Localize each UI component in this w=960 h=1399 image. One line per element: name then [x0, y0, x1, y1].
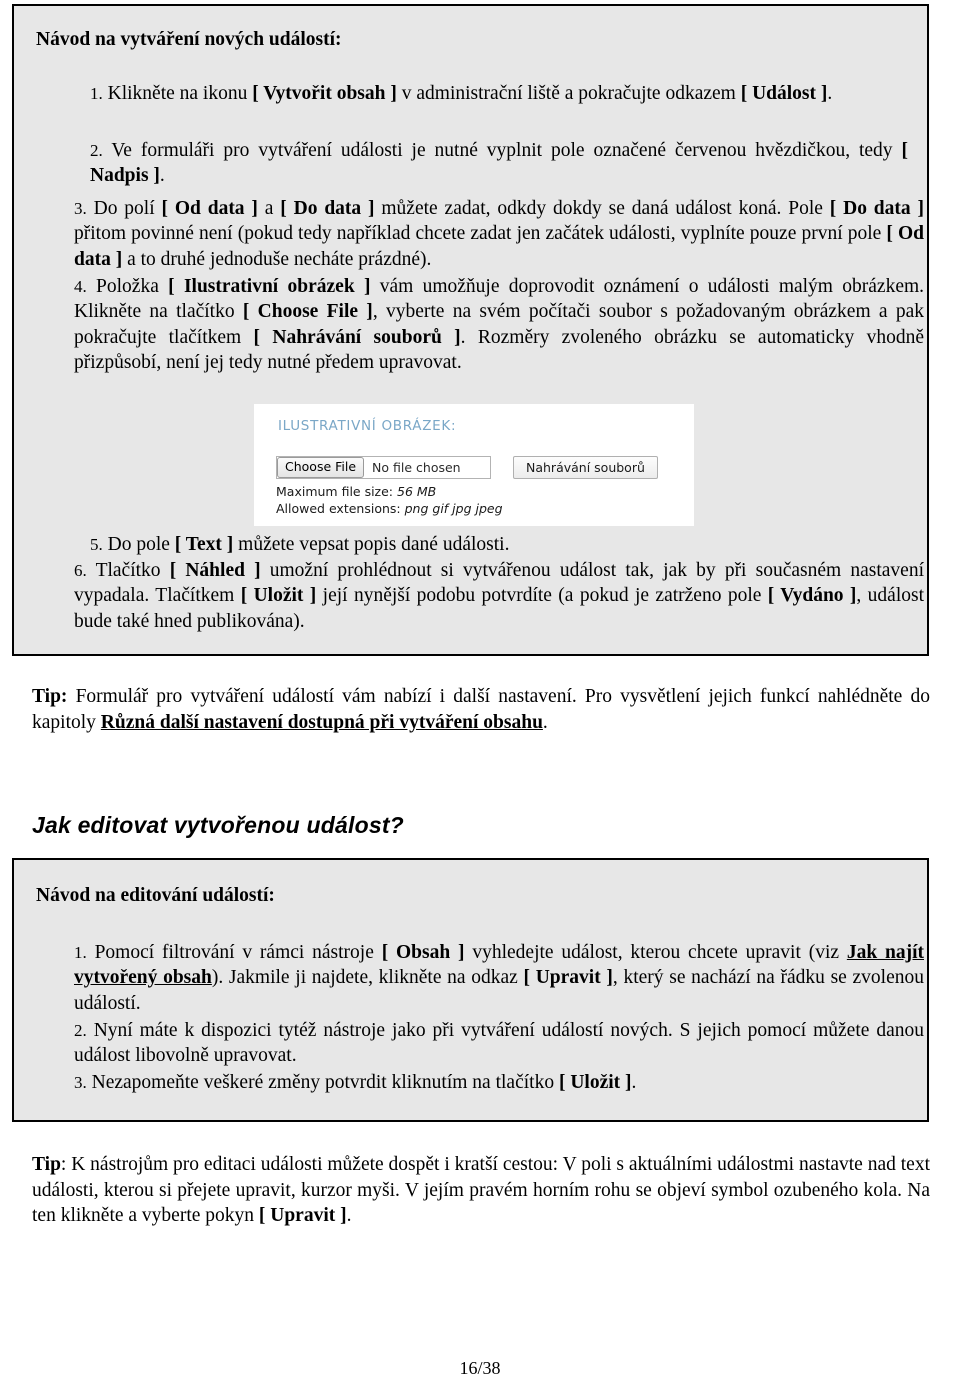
list-item-text: Tlačítko [ Náhled ] umožní prohlédnout s…	[74, 560, 924, 632]
edit-event-section-heading: Jak editovat vytvořenou událost?	[32, 812, 404, 838]
list-item-text: Položka [ Ilustrativní obrázek ] vám umo…	[74, 276, 925, 374]
list-item: 2. Ve formuláři pro vytváření události j…	[90, 138, 908, 189]
list-item-number: 4.	[74, 277, 87, 296]
list-item: 3. Nezapomeňte veškeré změny potvrdit kl…	[74, 1070, 924, 1095]
list-item-number: 5.	[90, 535, 103, 554]
list-item: 2. Nyní máte k dispozici tytéž nástroje …	[74, 1018, 924, 1069]
edit-event-instructions-panel: Návod na editování událostí: 1. Pomocí f…	[12, 858, 929, 1122]
list-item-text: Nezapomeňte veškeré změny potvrdit klikn…	[91, 1072, 637, 1093]
tip-edit-paragraph: Tip: K nástrojům pro editaci události mů…	[32, 1154, 930, 1227]
list-item: 6. Tlačítko [ Náhled ] umožní prohlédnou…	[74, 558, 924, 634]
max-file-size-hint: Maximum file size: 56 MB	[276, 484, 436, 499]
page-number: 16/38	[459, 1358, 501, 1378]
list-item: 1. Klikněte na ikonu [ Vytvořit obsah ] …	[90, 81, 908, 106]
allowed-extensions-value: png gif jpg jpeg	[404, 501, 503, 516]
tip-create-paragraph: Tip: Formulář pro vytváření událostí vám…	[32, 686, 930, 733]
list-item-text: Ve formuláři pro vytváření události je n…	[90, 140, 908, 187]
illustrative-image-field-label: ILUSTRATIVNÍ OBRÁZEK:	[278, 418, 457, 434]
list-item: 5. Do pole [ Text ] můžete vepsat popis …	[90, 532, 908, 557]
max-file-size-label: Maximum file size:	[276, 484, 394, 499]
list-item-text: Klikněte na ikonu [ Vytvořit obsah ] v a…	[107, 83, 833, 104]
list-item-text: Pomocí filtrování v rámci nástroje [ Obs…	[74, 942, 925, 1014]
list-item-number: 3.	[74, 1073, 87, 1092]
list-item-text: Do pole [ Text ] můžete vepsat popis dan…	[107, 534, 510, 555]
no-file-chosen-label: No file chosen	[372, 460, 461, 475]
list-item-number: 2.	[74, 1021, 87, 1040]
list-item-number: 3.	[74, 199, 87, 218]
list-item-number: 6.	[74, 561, 87, 580]
list-item-text: Do polí [ Od data ] a [ Do data ] můžete…	[74, 198, 924, 270]
max-file-size-value: 56 MB	[397, 484, 437, 499]
list-item: 3. Do polí [ Od data ] a [ Do data ] můž…	[74, 196, 924, 272]
create-event-instructions-panel: Návod na vytváření nových událostí: 1. K…	[12, 4, 929, 656]
allowed-extensions-label: Allowed extensions:	[276, 501, 401, 516]
file-upload-row: Choose File No file chosen Nahrávání sou…	[276, 456, 658, 479]
edit-instructions-heading: Návod na editování událostí:	[36, 885, 275, 906]
allowed-extensions-hint: Allowed extensions: png gif jpg jpeg	[276, 501, 503, 516]
illustrative-image-screenshot: ILUSTRATIVNÍ OBRÁZEK: Choose File No fil…	[254, 404, 694, 526]
list-item-number: 1.	[90, 84, 103, 103]
list-item: 4. Položka [ Ilustrativní obrázek ] vám …	[74, 274, 924, 375]
upload-files-button[interactable]: Nahrávání souborů	[513, 456, 658, 479]
list-item-number: 2.	[90, 141, 103, 160]
create-instructions-heading: Návod na vytváření nových událostí:	[36, 29, 342, 50]
choose-file-button[interactable]: Choose File	[277, 457, 365, 478]
list-item-number: 1.	[74, 943, 87, 962]
list-item: 1. Pomocí filtrování v rámci nástroje [ …	[74, 940, 924, 1016]
file-input[interactable]: Choose File No file chosen	[276, 456, 491, 479]
list-item-text: Nyní máte k dispozici tytéž nástroje jak…	[74, 1020, 924, 1067]
